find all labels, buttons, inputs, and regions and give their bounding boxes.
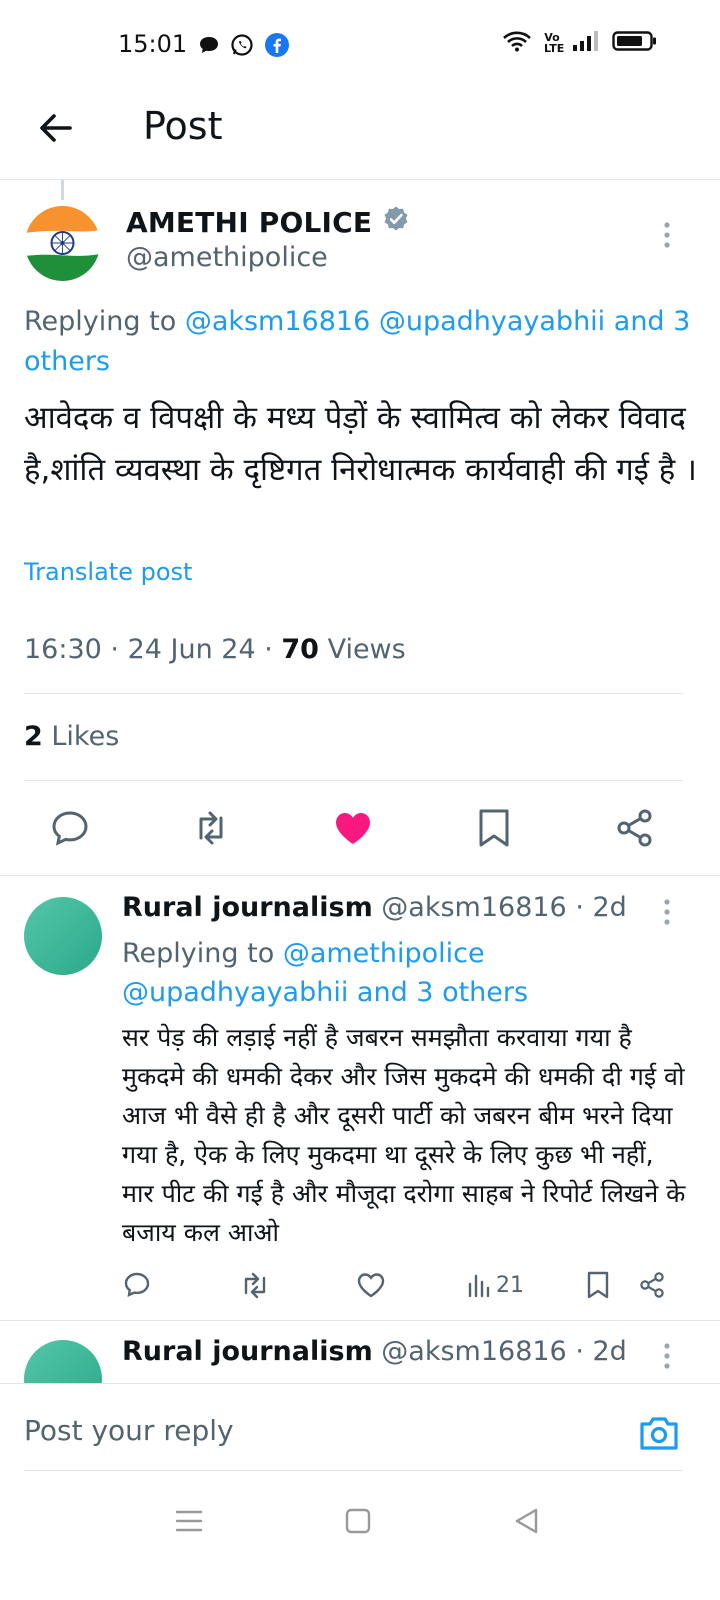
meta-divider bbox=[24, 693, 683, 694]
like-button[interactable] bbox=[331, 806, 375, 850]
reply-author-handle[interactable]: @aksm16816 bbox=[381, 1336, 566, 1367]
author-name-row[interactable]: AMETHI POLICE bbox=[126, 205, 410, 240]
action-bar-divider bbox=[0, 875, 720, 876]
translate-post-link[interactable]: Translate post bbox=[24, 558, 192, 586]
author-name: AMETHI POLICE bbox=[126, 206, 373, 239]
system-back-button[interactable] bbox=[511, 1506, 541, 1540]
analytics-bars-icon bbox=[468, 1274, 490, 1298]
reply-bubble-icon bbox=[52, 811, 88, 846]
share-icon bbox=[640, 1272, 664, 1298]
system-menu-button[interactable] bbox=[174, 1506, 204, 1540]
likes-summary[interactable]: 2 Likes bbox=[24, 721, 119, 752]
reply-share-button[interactable] bbox=[637, 1270, 667, 1300]
whatsapp-icon bbox=[230, 33, 254, 61]
reply-body-text: सर पेड़ की लड़ाई नहीं है जबरन समझौता करव… bbox=[122, 1023, 686, 1247]
likes-label: Likes bbox=[51, 721, 120, 752]
reply-more-options-button[interactable] bbox=[655, 1341, 679, 1375]
status-system-icons: Vo LTE bbox=[502, 30, 658, 56]
bookmark-button[interactable] bbox=[472, 806, 516, 850]
header-divider bbox=[0, 179, 720, 180]
share-icon bbox=[617, 809, 652, 847]
replying-to-label: Replying to bbox=[122, 938, 283, 969]
facebook-icon bbox=[264, 32, 290, 62]
camera-icon bbox=[640, 1417, 678, 1450]
replying-to-label: Replying to bbox=[24, 306, 185, 337]
status-time: 15:01 bbox=[118, 30, 188, 58]
likes-divider bbox=[24, 780, 683, 781]
bookmark-icon bbox=[479, 809, 509, 847]
reply-author-name[interactable]: Rural journalism bbox=[122, 892, 373, 923]
share-button[interactable] bbox=[613, 806, 657, 850]
verified-badge-icon bbox=[382, 205, 410, 240]
reply-age: 2d bbox=[592, 892, 627, 923]
home-square-icon bbox=[345, 1508, 371, 1534]
reply-comment-button[interactable] bbox=[122, 1270, 152, 1300]
post-body-text: आवेदक व विपक्षी के मध्य पेड़ों के स्वामि… bbox=[24, 400, 697, 488]
replying-to-line: Replying to @aksm16816 @upadhyayabhii an… bbox=[24, 302, 694, 382]
reply-views-button[interactable]: 21 bbox=[466, 1270, 524, 1300]
repost-button[interactable] bbox=[189, 806, 233, 850]
author-handle[interactable]: @amethipolice bbox=[126, 242, 328, 273]
chat-bubble-icon bbox=[198, 35, 220, 59]
vertical-dots-icon bbox=[664, 899, 670, 925]
reply-header: Rural journalism @aksm16816 · 2d bbox=[122, 1336, 627, 1367]
signal-icon bbox=[572, 30, 600, 56]
post-date: 24 Jun 24 bbox=[127, 634, 256, 665]
reply-replying-to-line: Replying to @amethipolice @upadhyayabhii… bbox=[122, 934, 682, 1012]
camera-button[interactable] bbox=[638, 1413, 680, 1457]
more-options-button[interactable] bbox=[655, 220, 679, 254]
compose-underline bbox=[24, 1470, 683, 1471]
author-avatar[interactable] bbox=[25, 206, 100, 281]
back-triangle-icon bbox=[515, 1508, 538, 1534]
reply-repost-button[interactable] bbox=[238, 1270, 272, 1300]
compose-bar-divider bbox=[0, 1383, 720, 1384]
reply-like-button[interactable] bbox=[356, 1270, 386, 1300]
reply-bubble-icon bbox=[124, 1272, 150, 1298]
heart-filled-icon bbox=[336, 813, 370, 844]
reply-bookmark-button[interactable] bbox=[583, 1270, 613, 1300]
system-home-button[interactable] bbox=[343, 1506, 373, 1540]
reply-divider bbox=[0, 1320, 720, 1321]
thread-connector-line bbox=[61, 180, 64, 200]
page-title: Post bbox=[143, 104, 223, 148]
status-notification-icons bbox=[198, 32, 290, 62]
views-label: Views bbox=[327, 634, 406, 665]
repost-icon bbox=[244, 1272, 266, 1299]
repost-icon bbox=[199, 811, 223, 845]
reply-views-count: 21 bbox=[496, 1272, 524, 1298]
reply-avatar[interactable] bbox=[24, 897, 102, 975]
reply-more-options-button[interactable] bbox=[655, 897, 679, 931]
india-flag-avatar-image bbox=[25, 206, 100, 281]
reply-input[interactable]: Post your reply bbox=[24, 1414, 234, 1447]
reply-author-name[interactable]: Rural journalism bbox=[122, 1336, 373, 1367]
volte-icon: Vo LTE bbox=[544, 31, 565, 55]
bookmark-icon bbox=[587, 1271, 609, 1299]
reply-author-handle[interactable]: @aksm16816 bbox=[381, 892, 566, 923]
likes-count: 2 bbox=[24, 721, 43, 752]
menu-lines-icon bbox=[175, 1510, 203, 1532]
back-arrow-icon bbox=[40, 114, 72, 142]
views-count: 70 bbox=[281, 634, 319, 665]
wifi-icon bbox=[502, 30, 532, 56]
vertical-dots-icon bbox=[664, 222, 670, 248]
post-metadata: 16:30 · 24 Jun 24 · 70 Views bbox=[24, 634, 406, 665]
reply-header: Rural journalism @aksm16816 · 2d bbox=[122, 892, 627, 923]
reply-button[interactable] bbox=[48, 806, 92, 850]
post-time: 16:30 bbox=[24, 634, 102, 665]
back-button[interactable] bbox=[34, 106, 78, 150]
battery-icon bbox=[612, 30, 658, 56]
vertical-dots-icon bbox=[664, 1343, 670, 1369]
heart-outline-icon bbox=[357, 1273, 385, 1298]
reply-age: 2d bbox=[592, 1336, 627, 1367]
